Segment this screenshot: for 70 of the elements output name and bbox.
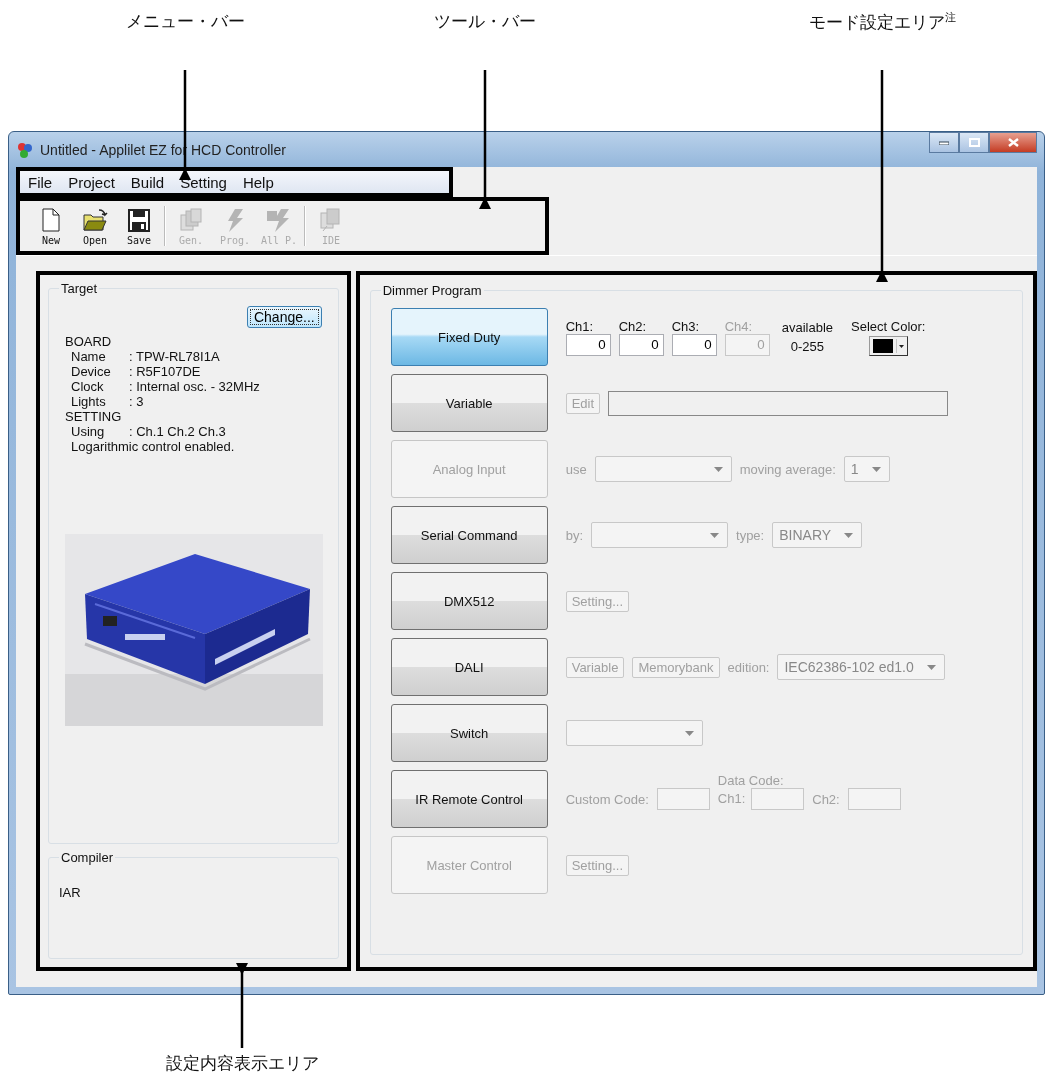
info-label: Name <box>71 349 107 364</box>
mode-button[interactable]: Fixed Duty <box>390 308 548 366</box>
app-icon <box>16 140 34 159</box>
caret-icon <box>713 467 723 472</box>
info-value: : Ch.1 Ch.2 Ch.3 <box>129 424 226 439</box>
info-value: : TPW-RL78I1A <box>129 349 220 364</box>
channel-label: Ch1: <box>565 318 595 334</box>
channel-field[interactable]: 0 <box>671 333 717 356</box>
caret-icon <box>710 533 720 538</box>
field-label: moving average: <box>739 461 836 477</box>
field-label: by: <box>565 527 584 543</box>
group-title: Dimmer Program <box>381 283 483 298</box>
channel-field[interactable]: 0 <box>565 333 611 356</box>
field-label: Ch2: <box>812 791 840 807</box>
info-label: Lights <box>71 394 107 409</box>
range-value: 0-255 <box>790 339 824 354</box>
close-button[interactable] <box>989 132 1037 153</box>
mode-button[interactable]: Variable <box>390 374 548 432</box>
channel-label: Ch4: <box>724 318 754 334</box>
mode-button[interactable]: Switch <box>390 704 548 762</box>
channel-label: Ch3: <box>671 318 701 334</box>
caret-icon <box>684 731 694 736</box>
toolbar-button[interactable]: New <box>32 206 70 246</box>
mode-button[interactable]: DALI <box>390 638 548 696</box>
caret-icon <box>871 467 881 472</box>
info-label: Clock <box>71 379 105 394</box>
maximize-button[interactable] <box>959 132 989 153</box>
group-title: Compiler <box>60 850 114 865</box>
compiler-name: IAR <box>59 885 81 900</box>
range-label: available <box>781 320 833 335</box>
info-text: Logarithmic control enabled. <box>71 439 235 454</box>
info-label: Device <box>71 364 112 379</box>
menu-item[interactable]: File <box>22 171 59 193</box>
field-label: Custom Code: <box>565 791 649 807</box>
info-value: : 3 <box>129 394 144 409</box>
callout-label: ツール・バー <box>434 10 536 33</box>
mode-button[interactable]: IR Remote Control <box>390 770 548 828</box>
info-value: : Internal osc. - 32MHz <box>129 379 260 394</box>
caret-icon <box>926 665 936 670</box>
channel-field[interactable]: 0 <box>618 333 664 356</box>
menu-item[interactable]: Project <box>62 171 121 193</box>
color-picker[interactable] <box>868 335 908 356</box>
toolbar-button[interactable]: Save <box>120 206 158 246</box>
callout-label: モード設定エリア$^{注}$ <box>808 10 956 34</box>
group-caption: Data Code: <box>717 772 785 788</box>
field-label: edition: <box>727 659 770 675</box>
maximize-icon <box>968 138 980 147</box>
section-heading: SETTING <box>65 409 123 424</box>
callout-label: メニュー・バー <box>125 10 245 33</box>
mode-button[interactable]: Serial Command <box>390 506 548 564</box>
caret-icon <box>844 533 854 538</box>
field-label: use <box>565 461 587 477</box>
minimize-icon <box>939 140 949 145</box>
mode-button[interactable]: DMX512 <box>390 572 548 630</box>
toolbar-button[interactable]: Open <box>76 206 114 246</box>
minimize-button[interactable] <box>929 132 959 153</box>
change-button[interactable]: Change... <box>246 306 322 328</box>
channel-label: Ch2: <box>618 318 648 334</box>
callout-label: 設定内容表示エリア <box>165 1052 319 1075</box>
field-label: Ch1: <box>717 791 746 806</box>
group-title: Target <box>60 281 99 296</box>
section-heading: BOARD <box>65 334 113 349</box>
info-label: Using <box>71 424 106 439</box>
menu-item[interactable]: Build <box>124 171 171 193</box>
info-value: : R5F107DE <box>129 364 201 379</box>
caret-icon <box>895 338 904 353</box>
color-label: Select Color: <box>851 318 926 334</box>
field-label: type: <box>736 527 765 543</box>
menu-item[interactable]: Help <box>236 171 280 193</box>
close-icon <box>1007 138 1019 147</box>
